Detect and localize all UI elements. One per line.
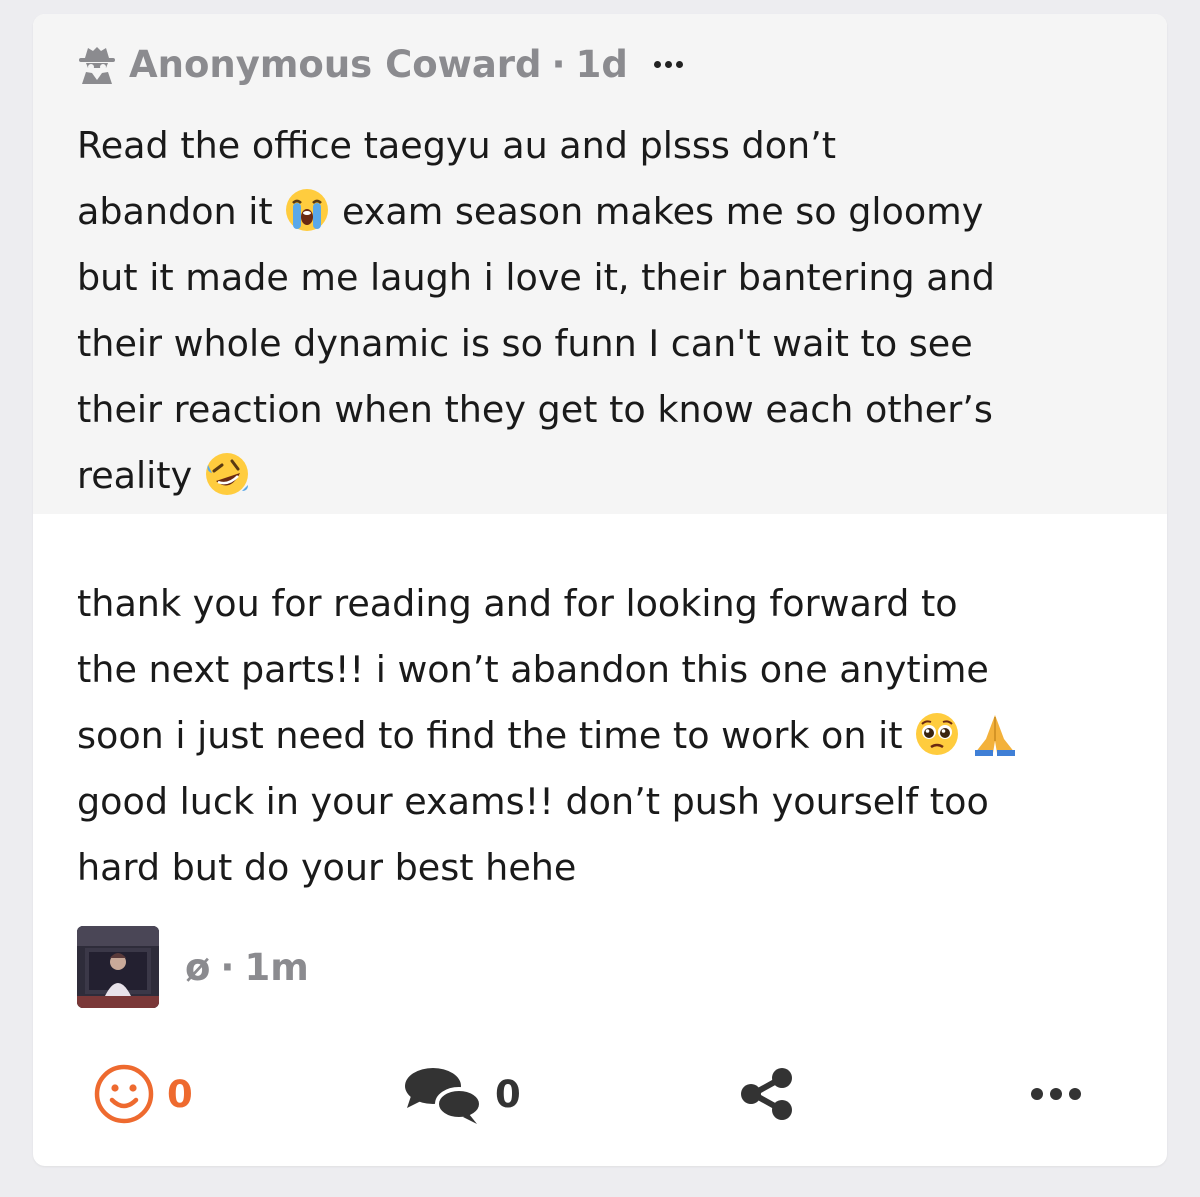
speech-bubbles-icon <box>405 1068 483 1124</box>
more-button[interactable] <box>1028 1054 1084 1134</box>
action-bar: 0 0 <box>33 1054 1167 1134</box>
answer-line: good luck in your exams!! don’t push you… <box>77 780 989 823</box>
share-icon <box>741 1068 792 1120</box>
question-line: but it made me laugh i love it, their ba… <box>77 256 995 299</box>
reactions-count: 0 <box>167 1072 193 1116</box>
anonymous-spy-icon <box>79 47 115 84</box>
question-line: abandon it exam season makes me so gloom… <box>77 179 1137 245</box>
smiley-icon <box>94 1064 154 1124</box>
meta-separator: · <box>551 42 566 86</box>
responder-row: ø · 1m <box>77 926 309 1008</box>
comments-count: 0 <box>495 1072 521 1116</box>
meta-separator: · <box>220 945 235 989</box>
question-author: Anonymous Coward <box>129 42 542 86</box>
question-line: their whole dynamic is so funn I can't w… <box>77 322 973 365</box>
loudly-crying-face-emoji <box>286 189 329 231</box>
question-more-icon[interactable] <box>653 60 683 68</box>
answer-line: the next parts!! i won’t abandon this on… <box>77 648 989 691</box>
question-text: Read the office taegyu au and plsss don’… <box>77 113 1137 509</box>
answer-line: soon i just need to find the time to wor… <box>77 703 1137 769</box>
avatar[interactable] <box>77 926 159 1008</box>
react-button[interactable]: 0 <box>93 1054 193 1134</box>
answer-line: thank you for reading and for looking fo… <box>77 582 958 625</box>
more-dots-icon <box>1031 1088 1081 1100</box>
rolling-on-floor-laughing-emoji <box>205 453 248 495</box>
pleading-face-emoji <box>916 713 959 755</box>
question-line: their reaction when they get to know eac… <box>77 388 993 431</box>
responder-name[interactable]: ø <box>185 946 210 989</box>
responder-meta: ø · 1m <box>185 946 309 989</box>
share-button[interactable] <box>739 1054 795 1134</box>
comment-button[interactable]: 0 <box>403 1054 521 1134</box>
question-header: Anonymous Coward · 1d <box>75 42 683 86</box>
question-section: Anonymous Coward · 1d Read the office ta… <box>33 14 1167 514</box>
folded-hands-emoji <box>974 715 1015 756</box>
answer-text: thank you for reading and for looking fo… <box>77 571 1137 901</box>
question-age: 1d <box>575 42 628 86</box>
avatar-image <box>77 926 159 1008</box>
answer-line: hard but do your best hehe <box>77 846 577 889</box>
answer-card: Anonymous Coward · 1d Read the office ta… <box>33 14 1167 1166</box>
responder-age: 1m <box>244 945 309 989</box>
question-line: reality <box>77 443 1137 509</box>
question-line: Read the office taegyu au and plsss don’… <box>77 124 837 167</box>
